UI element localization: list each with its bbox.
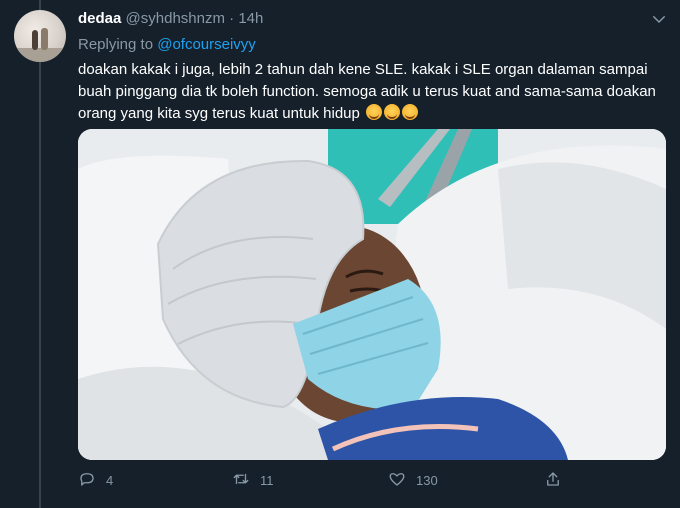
hospital-patient-photo [78,129,666,460]
tweet-body: doakan kakak i juga, lebih 2 tahun dah k… [78,59,658,125]
chevron-down-icon[interactable] [650,10,668,28]
heart-icon [388,470,406,491]
retweet-icon [232,470,250,491]
author-name[interactable]: dedaa [78,10,121,27]
smiling-face-with-hearts-emoji [402,104,419,120]
smiling-face-with-hearts-emoji [366,104,383,120]
replying-to-line: Replying to @ofcourseivyy [78,36,256,53]
reply-button[interactable]: 4 [78,470,113,491]
replying-prefix: Replying to [78,36,154,53]
share-button[interactable] [544,470,562,491]
avatar[interactable] [14,10,66,62]
reply-icon [78,470,96,491]
smiling-face-with-hearts-emoji [384,104,401,120]
tweet-photo[interactable] [78,129,666,460]
replying-to-mention[interactable]: @ofcourseivyy [157,36,256,53]
tweet-timestamp[interactable]: 14h [238,10,263,27]
reply-count: 4 [106,473,114,488]
like-count: 130 [416,473,438,488]
header-separator: · [229,10,235,27]
retweet-button[interactable]: 11 [232,470,274,491]
thread-line [39,0,41,508]
author-handle[interactable]: @syhdhshnzm [126,10,225,27]
share-icon [544,470,562,491]
like-button[interactable]: 130 [388,470,438,491]
tweet-actions: 4 11 130 [78,470,666,492]
tweet-header: dedaa @syhdhshnzm · 14h [78,10,263,27]
retweet-count: 11 [260,473,274,488]
